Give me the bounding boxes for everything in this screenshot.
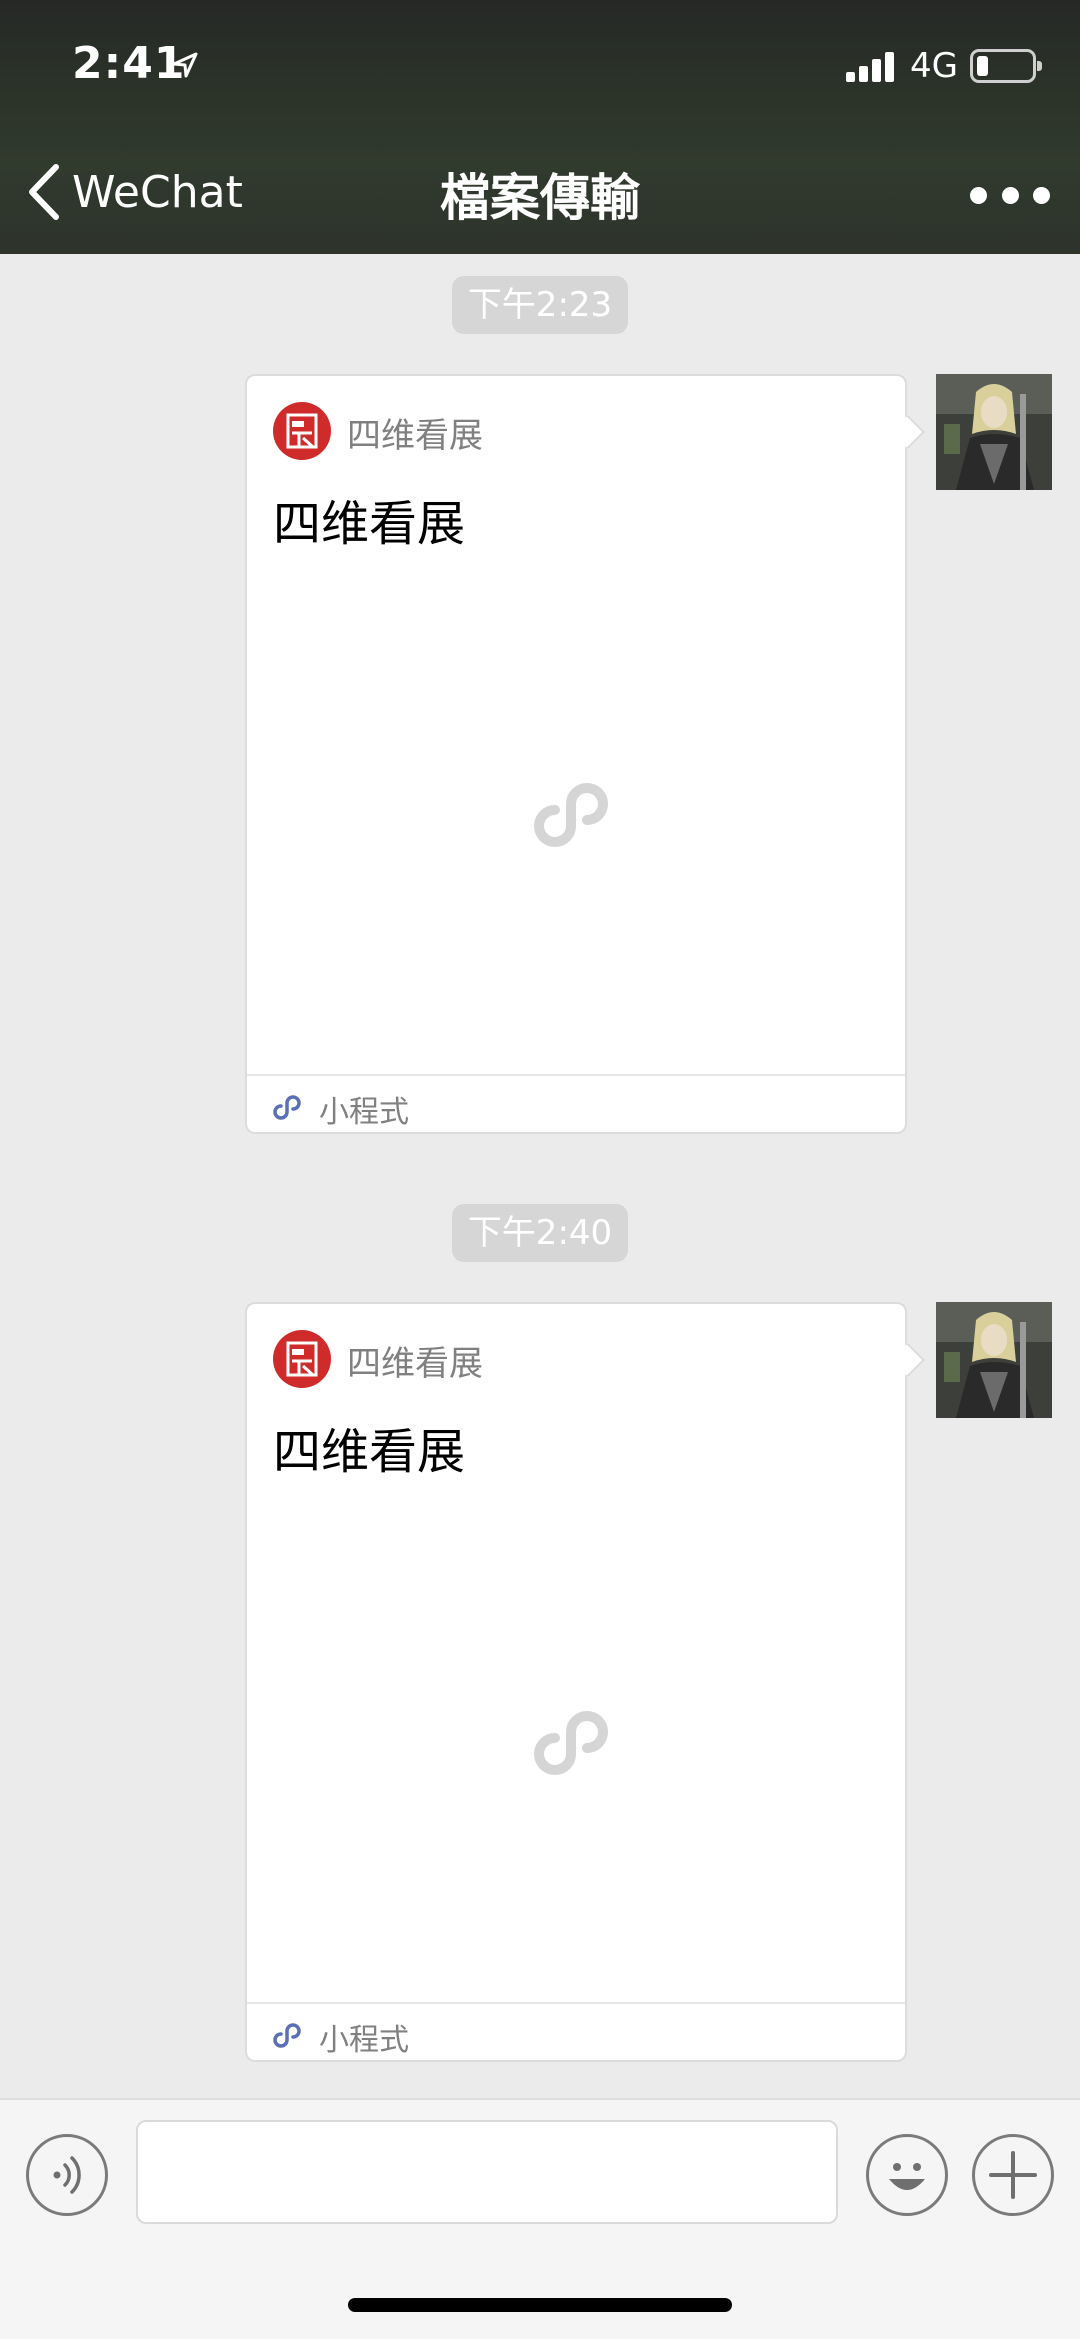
more-functions-button[interactable] (972, 2134, 1054, 2216)
app-name: 四维看展 (347, 1344, 483, 1384)
home-indicator[interactable] (348, 2298, 732, 2312)
mini-program-icon (273, 2023, 301, 2048)
message-timestamp: 下午2:23 (452, 276, 628, 334)
user-avatar[interactable] (936, 374, 1052, 490)
plus-icon (989, 2151, 1037, 2199)
chat-area[interactable]: 下午2:23 四维看展 四维看展 小程式 下午2:40 四维看展 四维看展 小程… (0, 254, 1080, 2098)
message-input[interactable] (136, 2120, 838, 2224)
mini-program-placeholder-icon (534, 1711, 608, 1775)
card-title: 四维看展 (273, 496, 466, 552)
navigation-bar: WeChat 檔案傳輸 (0, 130, 1080, 254)
emoji-icon (889, 2163, 925, 2190)
user-avatar[interactable] (936, 1302, 1052, 1418)
voice-icon (53, 2156, 81, 2194)
network-type: 4G (910, 46, 958, 86)
mini-program-icon (273, 1095, 301, 1120)
app-logo (273, 402, 331, 460)
app-name: 四维看展 (347, 416, 483, 456)
card-title: 四维看展 (273, 1424, 466, 1480)
mini-program-card[interactable]: 四维看展 四维看展 小程式 (245, 374, 907, 1134)
ellipsis-icon (970, 186, 987, 204)
location-arrow-icon (172, 52, 198, 78)
mini-program-label: 小程式 (319, 1095, 409, 1130)
back-button[interactable]: WeChat (26, 160, 243, 224)
chevron-left-icon (29, 164, 59, 220)
mini-program-label: 小程式 (319, 2023, 409, 2058)
message-timestamp: 下午2:40 (452, 1204, 628, 1262)
emoji-button[interactable] (866, 2134, 948, 2216)
more-options-button[interactable] (970, 180, 1050, 210)
card-footer: 小程式 (247, 1074, 905, 1132)
status-time: 2:41 (72, 38, 186, 89)
battery-icon (970, 49, 1042, 83)
status-bar: 2:41 4G (0, 0, 1080, 130)
mini-program-card[interactable]: 四维看展 四维看展 小程式 (245, 1302, 907, 2062)
app-logo (273, 1330, 331, 1388)
mini-program-placeholder-icon (534, 783, 608, 847)
card-footer: 小程式 (247, 2002, 905, 2060)
voice-button[interactable] (26, 2134, 108, 2216)
back-label: WeChat (72, 166, 243, 218)
signal-strength-icon (846, 52, 898, 82)
header: 2:41 4G WeChat 檔案傳輸 (0, 0, 1080, 254)
